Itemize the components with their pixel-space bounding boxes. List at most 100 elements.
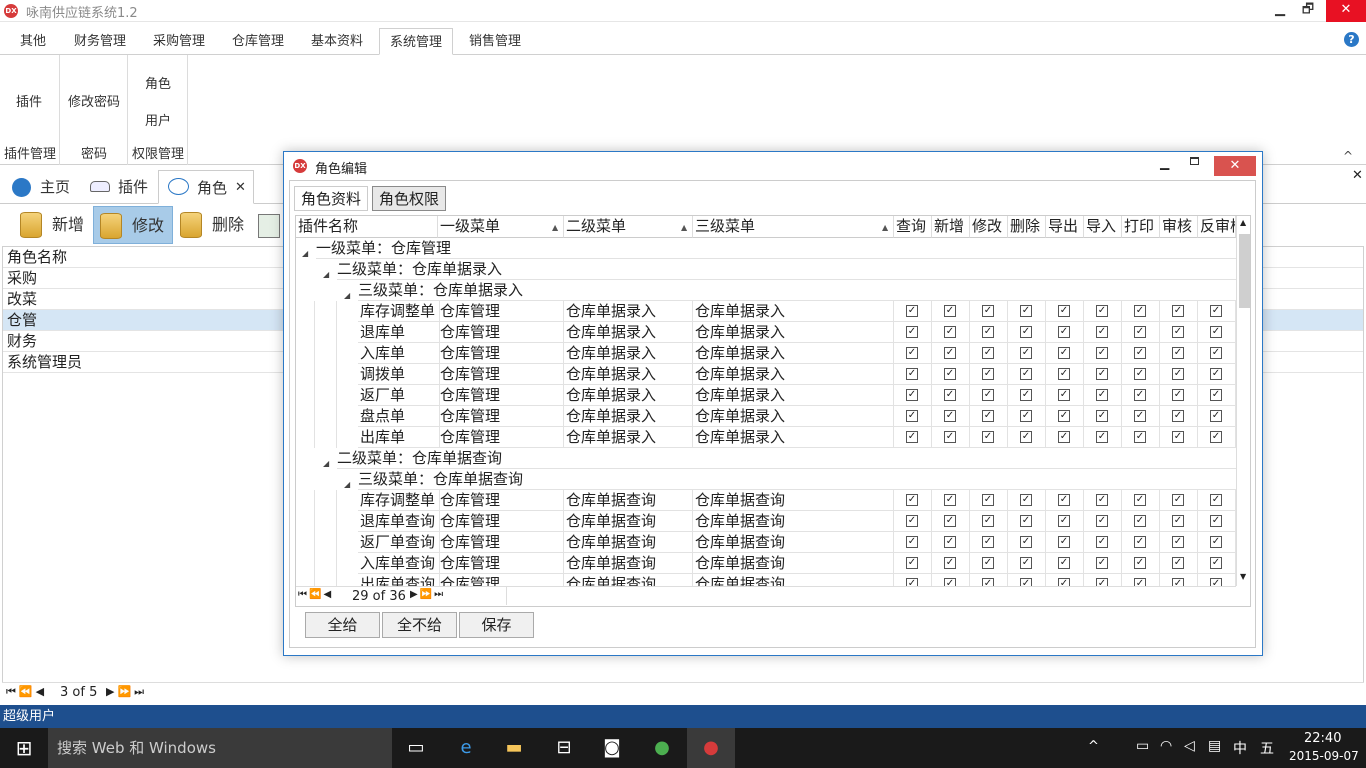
- table-row[interactable]: 出库单 仓库管理 仓库单据录入 仓库单据录入 ✓ ✓ ✓ ✓ ✓ ✓ ✓ ✓ ✓: [296, 427, 1236, 448]
- save-button[interactable]: 保存: [459, 612, 534, 638]
- column-header[interactable]: 新增: [932, 216, 970, 238]
- ribbon-tab-other[interactable]: 其他: [10, 28, 56, 55]
- column-header[interactable]: 查询: [894, 216, 932, 238]
- table-row[interactable]: 出库单查询 仓库管理 仓库单据查询 仓库单据查询 ✓ ✓ ✓ ✓ ✓ ✓ ✓ ✓ ✓: [296, 574, 1236, 586]
- permission-cell[interactable]: ✓: [1160, 322, 1198, 343]
- permission-checkbox[interactable]: ✓: [906, 557, 918, 569]
- permission-checkbox[interactable]: ✓: [1058, 368, 1070, 380]
- permission-cell[interactable]: ✓: [894, 322, 932, 343]
- permission-cell[interactable]: ✓: [1122, 343, 1160, 364]
- permission-cell[interactable]: ✓: [894, 301, 932, 322]
- permission-cell[interactable]: ✓: [932, 322, 970, 343]
- permission-checkbox[interactable]: ✓: [1210, 368, 1222, 380]
- permission-checkbox[interactable]: ✓: [1096, 536, 1108, 548]
- table-row[interactable]: 库存调整单 仓库管理 仓库单据查询 仓库单据查询 ✓ ✓ ✓ ✓ ✓ ✓ ✓ ✓ ✓: [296, 490, 1236, 511]
- permission-cell[interactable]: ✓: [1008, 406, 1046, 427]
- permission-cell[interactable]: ✓: [970, 490, 1008, 511]
- permission-cell[interactable]: ✓: [894, 490, 932, 511]
- permission-checkbox[interactable]: ✓: [906, 389, 918, 401]
- close-all-icon[interactable]: ✕: [1352, 168, 1363, 183]
- permission-cell[interactable]: ✓: [1008, 364, 1046, 385]
- column-header[interactable]: 二级菜单 ▲: [564, 216, 693, 238]
- permission-checkbox[interactable]: ✓: [1020, 389, 1032, 401]
- permission-cell[interactable]: ✓: [1084, 406, 1122, 427]
- permission-cell[interactable]: ✓: [970, 322, 1008, 343]
- column-header[interactable]: 反审核: [1198, 216, 1236, 238]
- collapse-ribbon-icon[interactable]: ^: [1343, 149, 1353, 163]
- permission-checkbox[interactable]: ✓: [1058, 431, 1070, 443]
- permission-cell[interactable]: ✓: [1198, 574, 1236, 586]
- permission-cell[interactable]: ✓: [1198, 490, 1236, 511]
- permission-checkbox[interactable]: ✓: [944, 389, 956, 401]
- permission-cell[interactable]: ✓: [894, 343, 932, 364]
- permission-cell[interactable]: ✓: [1122, 322, 1160, 343]
- permission-cell[interactable]: ✓: [932, 343, 970, 364]
- permission-checkbox[interactable]: ✓: [1134, 410, 1146, 422]
- permission-cell[interactable]: ✓: [932, 553, 970, 574]
- permission-checkbox[interactable]: ✓: [1134, 557, 1146, 569]
- permission-cell[interactable]: ✓: [1008, 553, 1046, 574]
- permission-cell[interactable]: ✓: [1084, 385, 1122, 406]
- vertical-scrollbar[interactable]: ▲ ▼: [1236, 216, 1250, 586]
- permission-cell[interactable]: ✓: [1008, 490, 1046, 511]
- grid-nav-first-prev-icons[interactable]: ⏮⏪◀: [298, 589, 333, 600]
- permission-checkbox[interactable]: ✓: [1172, 494, 1184, 506]
- permission-cell[interactable]: ✓: [894, 385, 932, 406]
- permission-cell[interactable]: ✓: [1160, 301, 1198, 322]
- permission-cell[interactable]: ✓: [1122, 364, 1160, 385]
- permission-checkbox[interactable]: ✓: [1210, 347, 1222, 359]
- task-view-icon[interactable]: ▭: [392, 728, 440, 768]
- permission-cell[interactable]: ✓: [932, 532, 970, 553]
- permission-cell[interactable]: ✓: [894, 427, 932, 448]
- permission-cell[interactable]: ✓: [1084, 427, 1122, 448]
- permission-cell[interactable]: ✓: [970, 385, 1008, 406]
- permission-checkbox[interactable]: ✓: [982, 536, 994, 548]
- permission-checkbox[interactable]: ✓: [1058, 515, 1070, 527]
- permission-checkbox[interactable]: ✓: [906, 305, 918, 317]
- ribbon-tab-system[interactable]: 系统管理: [379, 28, 454, 55]
- permission-checkbox[interactable]: ✓: [1096, 578, 1108, 586]
- permission-checkbox[interactable]: ✓: [1020, 347, 1032, 359]
- column-header[interactable]: 删除: [1008, 216, 1046, 238]
- permission-checkbox[interactable]: ✓: [1020, 578, 1032, 586]
- permission-checkbox[interactable]: ✓: [1210, 326, 1222, 338]
- permission-checkbox[interactable]: ✓: [944, 368, 956, 380]
- permission-checkbox[interactable]: ✓: [982, 389, 994, 401]
- permission-cell[interactable]: ✓: [1198, 553, 1236, 574]
- permission-cell[interactable]: ✓: [970, 301, 1008, 322]
- permission-checkbox[interactable]: ✓: [1172, 368, 1184, 380]
- permission-checkbox[interactable]: ✓: [944, 578, 956, 586]
- permission-checkbox[interactable]: ✓: [982, 347, 994, 359]
- column-header[interactable]: 打印: [1122, 216, 1160, 238]
- permission-cell[interactable]: ✓: [1160, 364, 1198, 385]
- permission-cell[interactable]: ✓: [1008, 343, 1046, 364]
- permission-cell[interactable]: ✓: [1122, 427, 1160, 448]
- permission-cell[interactable]: ✓: [1046, 427, 1084, 448]
- permission-checkbox[interactable]: ✓: [944, 410, 956, 422]
- permission-cell[interactable]: ✓: [970, 574, 1008, 586]
- permission-cell[interactable]: ✓: [894, 532, 932, 553]
- tab-plugin[interactable]: 插件: [80, 170, 156, 204]
- permission-checkbox[interactable]: ✓: [906, 536, 918, 548]
- permission-cell[interactable]: ✓: [1046, 511, 1084, 532]
- column-header[interactable]: 导出: [1046, 216, 1084, 238]
- change-password-button[interactable]: 修改密码: [68, 91, 120, 110]
- permission-checkbox[interactable]: ✓: [1172, 515, 1184, 527]
- dialog-maximize-button[interactable]: [1190, 157, 1199, 165]
- permission-checkbox[interactable]: ✓: [1058, 557, 1070, 569]
- permission-cell[interactable]: ✓: [1122, 301, 1160, 322]
- permission-cell[interactable]: ✓: [970, 406, 1008, 427]
- grant-all-button[interactable]: 全给: [305, 612, 380, 638]
- permission-checkbox[interactable]: ✓: [1210, 494, 1222, 506]
- export-excel-icon[interactable]: [258, 214, 280, 238]
- permission-checkbox[interactable]: ✓: [1172, 410, 1184, 422]
- permission-cell[interactable]: ✓: [932, 406, 970, 427]
- permission-checkbox[interactable]: ✓: [1210, 389, 1222, 401]
- permission-cell[interactable]: ✓: [1160, 490, 1198, 511]
- group-row[interactable]: ◢ 三级菜单：仓库单据录入: [296, 280, 1236, 301]
- dialog-minimize-button[interactable]: ▁: [1160, 156, 1169, 170]
- permission-cell[interactable]: ✓: [894, 574, 932, 586]
- permission-cell[interactable]: ✓: [1160, 574, 1198, 586]
- permission-cell[interactable]: ✓: [894, 364, 932, 385]
- permission-checkbox[interactable]: ✓: [1096, 431, 1108, 443]
